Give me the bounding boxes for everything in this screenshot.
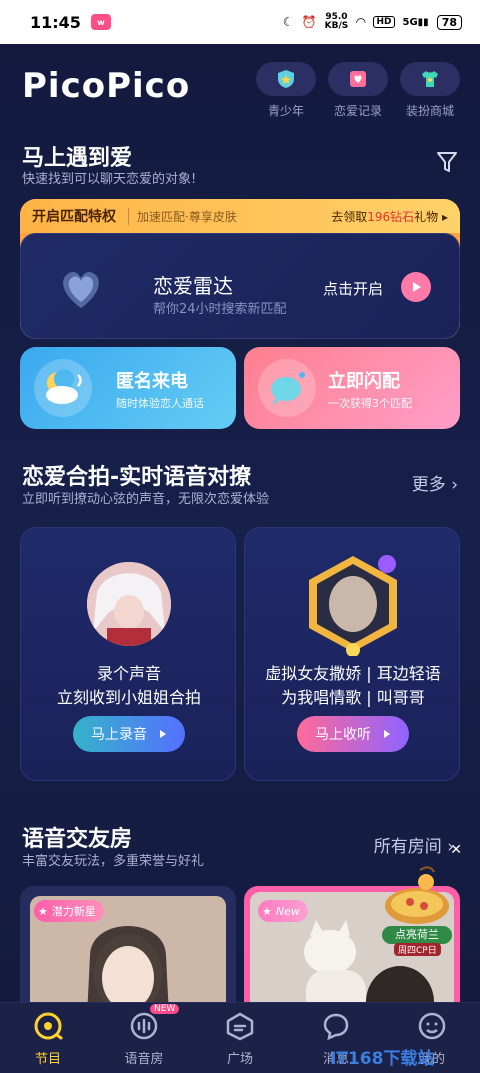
honor-frame [301, 552, 401, 657]
message-icon [320, 1010, 352, 1042]
shirt-icon [400, 62, 460, 96]
new-badge: NEW [150, 1003, 180, 1014]
star-icon: ★ [262, 904, 272, 918]
app-notification-icon: w [90, 14, 111, 30]
status-bar: 11:45 w ☾ ⏰ 95.0 KB/S ◠ HD 5G▮▮ 78 [0, 0, 480, 44]
rooms-section-title: 语音交友房 [22, 827, 133, 852]
play-icon [160, 730, 166, 738]
tab-voice-room[interactable]: NEW 语音房 [96, 1003, 192, 1067]
alarm-icon: ⏰ [301, 15, 317, 29]
listen-now-button[interactable]: 马上收听 [297, 716, 409, 752]
tab-program[interactable]: 节目 [0, 1010, 96, 1067]
net-speed: 95.0 KB/S [325, 13, 349, 31]
radar-cta[interactable]: 点击开启 [323, 278, 383, 299]
record-now-label: 马上录音 [91, 727, 147, 743]
hd-label: HD [373, 16, 395, 28]
room-tag: ★ New [258, 900, 308, 922]
duet-section-subtitle: 立即听到撩动心弦的声音，无限次恋爱体验 [22, 492, 270, 507]
battery-indicator: 78 [436, 14, 462, 30]
rooms-section-subtitle: 丰富交友玩法，多重荣誉与好礼 [22, 854, 205, 869]
app-logo: PicoPico [22, 66, 191, 106]
love-record-button[interactable]: 恋爱记录 [328, 62, 388, 119]
radar-title: 恋爱雷达 [153, 274, 233, 298]
love-radar-card[interactable]: 恋爱雷达 帮你24小时搜索新匹配 点击开启 [20, 233, 460, 339]
duet-more-label: 更多 [411, 475, 446, 495]
duet-more-link[interactable]: 更多 › [412, 470, 458, 495]
all-rooms-link[interactable]: 所有房间 › [374, 832, 454, 857]
anonymous-call-title: 匿名来电 [116, 371, 188, 392]
shield-star-icon [256, 62, 316, 96]
all-rooms-label: 所有房间 [373, 837, 442, 857]
room-tag-label: 潜力新星 [51, 905, 96, 918]
tab-label: 语音房 [124, 1051, 164, 1067]
watermark: IT168下载站 [330, 1049, 435, 1069]
star-icon: ★ [38, 904, 48, 918]
tab-label: 广场 [226, 1051, 253, 1067]
filter-icon[interactable] [436, 150, 458, 178]
reward-prefix: 去领取 [331, 209, 368, 224]
room-tag-label: New [275, 904, 300, 918]
card-line-2: 立刻收到小姐姐合拍 [56, 688, 201, 707]
listen-voice-card[interactable]: 虚拟女友撒娇 | 耳边轻语 为我唱情歌 | 叫哥哥 马上收听 [244, 527, 460, 781]
heart-card-icon [328, 62, 388, 96]
flash-match-title: 立即闪配 [328, 371, 400, 392]
match-privilege-banner[interactable]: 开启匹配特权 加速匹配·尊享皮肤 去领取196钻石礼物 ▸ 恋爱雷达 帮你24小… [20, 199, 460, 339]
card-line-1: 虚拟女友撒娇 | 耳边轻语 [265, 664, 441, 683]
play-icon [384, 730, 390, 738]
privilege-label: 开启匹配特权 [32, 209, 116, 225]
teen-mode-button[interactable]: 青少年 [256, 62, 316, 119]
privilege-bar[interactable]: 开启匹配特权 加速匹配·尊享皮肤 去领取196钻石礼物 ▸ [20, 199, 460, 233]
privilege-reward: 去领取196钻石礼物 ▸ [331, 209, 448, 224]
moon-cloud-icon [34, 359, 92, 417]
tab-label: 节目 [34, 1051, 61, 1067]
radar-subtitle: 帮你24小时搜索新匹配 [153, 302, 287, 317]
status-time: 11:45 [30, 12, 81, 32]
reward-suffix: 礼物 [414, 209, 439, 224]
net-speed-unit: KB/S [324, 21, 349, 31]
promo-label: 点亮荷兰 [382, 926, 452, 944]
flash-match-card[interactable]: 立即闪配 一次获得3个匹配 [244, 347, 460, 429]
dress-shop-button[interactable]: 装扮商城 [400, 62, 460, 119]
anonymous-call-card[interactable]: 匿名来电 随时体验恋人通话 [20, 347, 236, 429]
room-tag: ★ 潜力新星 [34, 900, 104, 922]
app-screen: PicoPico 青少年 恋爱记录 装扮商城 马上遇到爱 快速找到可以聊天恋爱的… [0, 44, 480, 1073]
square-icon [224, 1010, 256, 1042]
moon-icon: ☾ [282, 15, 294, 29]
close-icon[interactable]: ✕ [450, 842, 462, 858]
listen-now-label: 马上收听 [315, 727, 371, 743]
top-icon-group: 青少年 恋爱记录 装扮商城 [256, 62, 460, 119]
promo-pizza-icon[interactable] [380, 862, 454, 932]
teen-mode-label: 青少年 [267, 104, 304, 118]
wifi-icon: ◠ [356, 15, 366, 29]
avatar [87, 562, 171, 646]
program-icon [32, 1010, 64, 1042]
profile-icon [416, 1010, 448, 1042]
play-icon[interactable] [401, 272, 431, 302]
privilege-perks: 加速匹配·尊享皮肤 [128, 207, 237, 225]
tab-square[interactable]: 广场 [192, 1010, 288, 1067]
reward-highlight: 196钻石 [367, 209, 415, 224]
anonymous-call-subtitle: 随时体验恋人通话 [116, 397, 204, 410]
love-record-label: 恋爱记录 [333, 104, 382, 118]
signal-icon: 5G▮▮ [402, 16, 429, 28]
meet-section-subtitle: 快速找到可以聊天恋爱的对象! [22, 172, 197, 187]
chat-bubble-icon [258, 359, 316, 417]
duet-section-title: 恋爱合拍-实时语音对撩 [22, 465, 252, 490]
voice-room-icon [128, 1010, 160, 1042]
heart-icon [51, 258, 111, 318]
card-line-2: 为我唱情歌 | 叫哥哥 [281, 688, 425, 707]
record-voice-card[interactable]: 录个声音 立刻收到小姐姐合拍 马上录音 [20, 527, 236, 781]
flash-match-subtitle: 一次获得3个匹配 [328, 397, 412, 410]
chevron-right-icon: › [451, 475, 458, 495]
record-now-button[interactable]: 马上录音 [73, 716, 185, 752]
card-line-1: 录个声音 [96, 664, 161, 683]
signal-label: 5G [402, 16, 418, 28]
promo-sub: 周四CP日 [394, 943, 441, 956]
dress-shop-label: 装扮商城 [405, 104, 454, 118]
